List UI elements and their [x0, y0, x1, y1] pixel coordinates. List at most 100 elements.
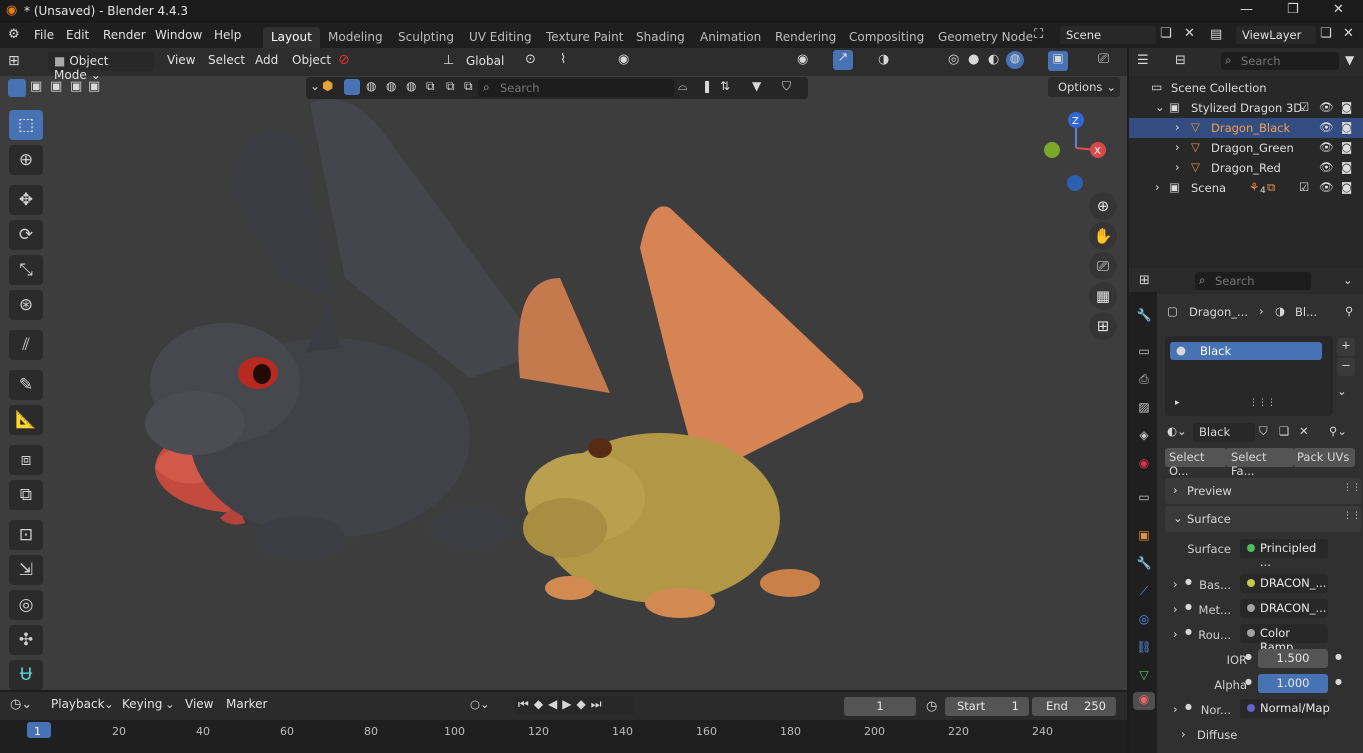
- navigation-gizmo[interactable]: Z X: [1038, 108, 1118, 198]
- jump-end-icon[interactable]: ⏭: [591, 697, 607, 711]
- chevron-right-icon[interactable]: ›: [1173, 702, 1178, 716]
- mode-dropdown[interactable]: ■ Object Mode ⌄: [48, 52, 154, 82]
- tab-animation[interactable]: Animation: [692, 27, 769, 48]
- animate-dot-icon[interactable]: ●: [1335, 652, 1342, 661]
- base-color-field[interactable]: DRACON_...: [1240, 574, 1328, 593]
- object-tab-icon[interactable]: ▣: [1135, 528, 1153, 546]
- sort-icon[interactable]: ⇅: [720, 79, 730, 93]
- tab-geometry-nodes[interactable]: Geometry Node: [930, 27, 1041, 48]
- zoom-icon[interactable]: ⊕: [1089, 192, 1117, 220]
- orientation-dropdown[interactable]: Global: [460, 52, 516, 71]
- metallic-field[interactable]: DRACON_...: [1240, 599, 1328, 618]
- scene-icon[interactable]: ⛶: [1034, 27, 1043, 42]
- select-intersect-icon[interactable]: ▣: [88, 79, 100, 94]
- scale-tool[interactable]: ⤡: [9, 255, 43, 285]
- editor-type-icon[interactable]: ⊞: [8, 53, 20, 69]
- camera-icon[interactable]: ◙: [1341, 120, 1352, 134]
- next-keyframe-icon[interactable]: ◆: [577, 697, 591, 711]
- tab-texture-paint[interactable]: Texture Paint: [538, 27, 631, 48]
- annotate-tool[interactable]: ⫽: [9, 330, 43, 360]
- chevron-right-icon[interactable]: ›: [1173, 602, 1178, 616]
- surface-panel-header[interactable]: ⌄ Surface ⋮⋮: [1165, 506, 1361, 532]
- proportional-edit-icon[interactable]: ◉: [618, 52, 629, 67]
- jump-start-icon[interactable]: ⏮: [518, 697, 534, 711]
- eye-icon[interactable]: 👁: [1319, 140, 1334, 154]
- physics-tab-icon[interactable]: ◎: [1135, 612, 1153, 630]
- timeline-menu-keying[interactable]: Keying: [122, 697, 162, 711]
- eye-icon[interactable]: 👁: [1319, 100, 1334, 114]
- new-scene-icon[interactable]: ❏: [1160, 26, 1172, 41]
- current-frame-field[interactable]: 1: [844, 697, 916, 716]
- new-viewlayer-icon[interactable]: ❏: [1320, 26, 1332, 41]
- object-filter-icon[interactable]: ⬢: [322, 79, 333, 94]
- remove-viewlayer-icon[interactable]: ✕: [1343, 26, 1354, 41]
- select-faces-button[interactable]: Select Fa...: [1227, 448, 1293, 478]
- normal-field[interactable]: Normal/Map: [1240, 699, 1330, 718]
- remove-scene-icon[interactable]: ✕: [1184, 26, 1195, 41]
- camera-icon[interactable]: ◙: [1341, 100, 1352, 114]
- scene-selector[interactable]: Scene: [1060, 26, 1156, 44]
- expand-icon[interactable]: ▸: [1175, 398, 1180, 408]
- camera-filter-icon[interactable]: ⧉: [426, 79, 435, 94]
- eye-icon[interactable]: 👁: [1319, 160, 1334, 174]
- minimize-icon[interactable]: —: [1240, 2, 1253, 17]
- move-tool[interactable]: ✥: [9, 185, 43, 215]
- alpha-field[interactable]: 1.000: [1258, 674, 1328, 693]
- drag-handle-icon[interactable]: ⋮⋮: [1343, 483, 1361, 493]
- tab-rendering[interactable]: Rendering: [767, 27, 844, 48]
- scene-tab-icon[interactable]: ◈: [1135, 428, 1153, 446]
- constraints-tab-icon[interactable]: ⛓: [1135, 640, 1153, 658]
- chevron-right-icon[interactable]: ›: [1175, 160, 1180, 174]
- play-icon[interactable]: ▶: [562, 697, 576, 711]
- chevron-right-icon[interactable]: ›: [1181, 727, 1186, 741]
- unlink-material-icon[interactable]: ✕: [1299, 424, 1309, 438]
- blender-menu-icon[interactable]: ⚙: [8, 27, 20, 42]
- outliner-item-dragon-green[interactable]: › ▽ Dragon_Green 👁 ◙: [1129, 138, 1363, 158]
- funnel-icon[interactable]: ▼: [752, 79, 761, 93]
- frame-tool[interactable]: ⊡: [9, 520, 43, 550]
- node-tree-icon[interactable]: ⚲⌄: [1329, 424, 1347, 438]
- pan-hand-icon[interactable]: ✋: [1089, 222, 1117, 250]
- outliner-item-dragon-black[interactable]: › ▽ Dragon_Black 👁 ◙: [1129, 118, 1363, 138]
- chevron-right-icon[interactable]: ›: [1175, 120, 1180, 134]
- timeline-menu-playback[interactable]: Playback: [51, 697, 105, 711]
- checkbox-icon[interactable]: ☑: [1299, 100, 1309, 114]
- duplicate-material-icon[interactable]: ❏: [1279, 424, 1289, 438]
- start-frame-field[interactable]: Start 1: [945, 697, 1029, 716]
- select-box-mode-icon[interactable]: [8, 79, 26, 97]
- tab-shading[interactable]: Shading: [628, 27, 693, 48]
- play-reverse-icon[interactable]: ◀: [548, 697, 562, 711]
- uv-tool[interactable]: Ʉ: [9, 660, 43, 690]
- eye-icon[interactable]: 👁: [1319, 120, 1334, 134]
- select-box-tool[interactable]: ⬚: [9, 110, 43, 140]
- eye-icon[interactable]: 👁: [1319, 180, 1334, 194]
- transform-tool[interactable]: ⊛: [9, 290, 43, 320]
- empty-filter-icon[interactable]: ⧉: [446, 79, 455, 94]
- chevron-right-icon[interactable]: ›: [1173, 627, 1178, 641]
- filter-toggle-icon[interactable]: ⌓: [678, 79, 688, 94]
- camera-view-icon[interactable]: ⎚: [1098, 51, 1109, 67]
- properties-search-field[interactable]: ⌕ Search: [1195, 272, 1311, 290]
- particles-tab-icon[interactable]: ⟋: [1135, 584, 1153, 602]
- 3d-viewport[interactable]: [0, 48, 1127, 690]
- data-tab-icon[interactable]: ▽: [1135, 668, 1153, 686]
- pack-uvs-button[interactable]: Pack UVs: [1293, 448, 1355, 467]
- end-frame-field[interactable]: End 250: [1032, 697, 1116, 716]
- outliner-item-scena[interactable]: › ▣ Scena ⚘ 4 ⧉ ☑ 👁 ◙: [1129, 178, 1363, 198]
- output-tab-icon[interactable]: ⎙: [1135, 372, 1153, 390]
- material-shading-icon[interactable]: ◐: [988, 52, 999, 67]
- chevron-down-icon[interactable]: ⌄: [310, 79, 320, 93]
- close-icon[interactable]: ✕: [1333, 2, 1344, 17]
- auto-key-icon[interactable]: ○⌄: [470, 697, 490, 711]
- options-dropdown[interactable]: Options ⌄: [1048, 77, 1120, 97]
- timeline-editor-icon[interactable]: ◷⌄: [10, 697, 32, 712]
- viewport-search-field[interactable]: ⌕ Search: [478, 79, 674, 97]
- camera-icon[interactable]: ◙: [1341, 140, 1352, 154]
- dragon-green[interactable]: [518, 206, 864, 618]
- display-mode-icon[interactable]: ⊟: [1175, 53, 1186, 68]
- tool-tab-icon[interactable]: 🔧: [1135, 308, 1153, 326]
- light-filter-icon[interactable]: ◍: [386, 79, 396, 93]
- sidebar-toggle-icon[interactable]: ▣: [1048, 51, 1068, 71]
- chevron-right-icon[interactable]: ›: [1175, 140, 1180, 154]
- other-filter-icon[interactable]: ⧉: [464, 79, 473, 94]
